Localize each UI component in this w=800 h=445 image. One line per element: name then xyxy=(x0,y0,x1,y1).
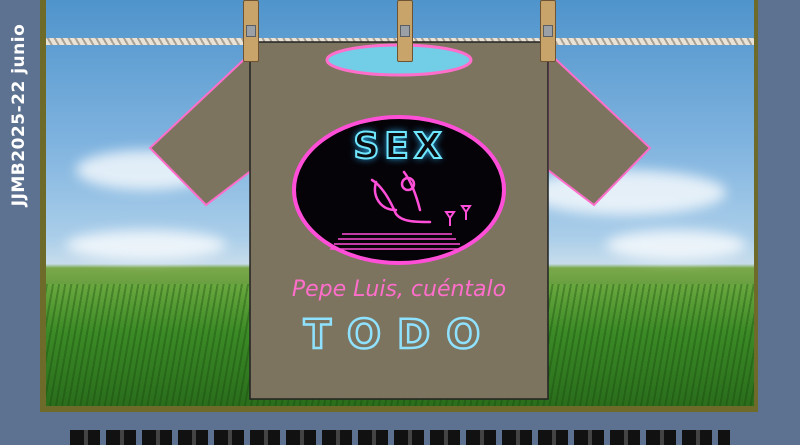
t-shirt-illustration xyxy=(148,41,652,400)
clothespin-right xyxy=(540,0,556,62)
right-sleeve xyxy=(547,49,652,207)
neon-sign-title: SEX xyxy=(352,125,447,168)
left-sleeve xyxy=(148,49,253,207)
clothespin-left xyxy=(243,0,259,62)
shirt-line-2: TODO xyxy=(303,311,497,360)
bottom-decorative-strip xyxy=(70,430,730,445)
shirt-line-1: Pepe Luis, cuéntalo xyxy=(291,277,507,302)
clothespin-middle xyxy=(397,0,413,62)
